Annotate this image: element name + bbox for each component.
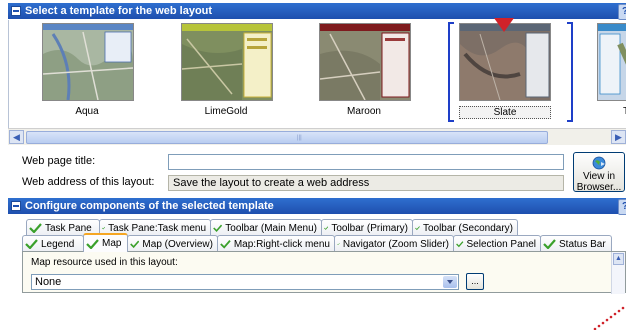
- template-limegold-label[interactable]: LimeGold: [181, 106, 271, 117]
- gallery-horizontal-scrollbar[interactable]: ◀ ||| ▶: [8, 128, 626, 145]
- grip-icon: |||: [297, 135, 302, 141]
- tu-preview-image: [598, 24, 626, 100]
- tab-label: Toolbar (Primary): [331, 222, 408, 234]
- scroll-up-icon[interactable]: ▲: [613, 253, 624, 265]
- template-maroon-thumbnail[interactable]: [319, 23, 411, 101]
- tab-legend[interactable]: Legend: [22, 235, 84, 252]
- template-maroon-label[interactable]: Maroon: [319, 106, 409, 117]
- map-resource-value: None: [35, 276, 62, 288]
- help-icon[interactable]: ?: [618, 199, 626, 215]
- collapse-icon[interactable]: [11, 6, 21, 16]
- template-gallery: Aqua LimeGold Maroon Slate: [8, 18, 626, 128]
- tab-map-right-click-menu[interactable]: Map:Right-click menu: [217, 235, 335, 252]
- tab-label: Toolbar (Main Menu): [225, 222, 317, 234]
- tab-label: Navigator (Zoom Slider): [342, 238, 449, 250]
- template-limegold-thumbnail[interactable]: [181, 23, 273, 101]
- tab-toolbar-primary[interactable]: Toolbar (Primary): [321, 219, 413, 236]
- template-tu[interactable]: Tu: [597, 20, 626, 128]
- check-icon: [86, 238, 99, 249]
- chevron-down-icon[interactable]: [443, 276, 457, 288]
- scrollbar-thumb[interactable]: |||: [26, 131, 548, 144]
- tab-label: Toolbar (Secondary): [422, 222, 513, 234]
- selection-bracket-right: [567, 22, 573, 122]
- template-tu-thumbnail[interactable]: [597, 23, 626, 101]
- map-resource-select[interactable]: None: [31, 274, 459, 290]
- tab-label: Status Bar: [559, 238, 606, 250]
- red-marker-icon: [494, 18, 514, 32]
- tab-label: Task Pane: [45, 222, 92, 234]
- components-section-header[interactable]: Configure components of the selected tem…: [8, 198, 626, 215]
- tab-selection-panel[interactable]: Selection Panel: [453, 235, 541, 252]
- web-title-field[interactable]: [168, 154, 564, 170]
- check-icon: [130, 240, 140, 249]
- check-icon: [220, 240, 231, 249]
- collapse-icon[interactable]: [11, 201, 21, 211]
- tab-navigator-zoom-slider[interactable]: Navigator (Zoom Slider): [334, 235, 454, 252]
- tab-label: Task Pane:Task menu: [108, 222, 206, 234]
- limegold-preview-image: [182, 24, 272, 100]
- component-tabs: Task Pane Task Pane:Task menu Toolbar (M…: [8, 215, 626, 330]
- tab-label: Selection Panel: [466, 238, 537, 250]
- check-icon: [25, 239, 38, 249]
- panel-vertical-scrollbar[interactable]: ▲: [611, 252, 625, 294]
- check-icon: [324, 226, 329, 230]
- check-icon: [415, 226, 420, 231]
- tab-toolbar-main-menu[interactable]: Toolbar (Main Menu): [210, 219, 322, 236]
- web-address-field: Save the layout to create a web address: [168, 175, 564, 191]
- web-address-label: Web address of this layout:: [22, 176, 155, 188]
- check-icon: [29, 223, 42, 233]
- scroll-right-icon[interactable]: ▶: [611, 130, 626, 144]
- tab-status-bar[interactable]: Status Bar: [540, 235, 612, 252]
- check-icon: [456, 241, 464, 248]
- tab-map-overview[interactable]: Map (Overview): [127, 235, 218, 252]
- maroon-preview-image: [320, 24, 410, 100]
- check-icon: [543, 239, 556, 249]
- check-icon: [337, 242, 340, 246]
- tab-toolbar-secondary[interactable]: Toolbar (Secondary): [412, 219, 518, 236]
- tab-map[interactable]: Map: [83, 233, 128, 252]
- templates-section-header[interactable]: Select a template for the web layout ?: [8, 3, 626, 20]
- globe-icon: [592, 156, 606, 170]
- template-aqua-label[interactable]: Aqua: [42, 106, 132, 117]
- check-icon: [102, 226, 106, 230]
- aqua-preview-image: [43, 24, 133, 100]
- template-aqua-thumbnail[interactable]: [42, 23, 134, 101]
- templates-section-title: Select a template for the web layout: [25, 5, 213, 17]
- view-in-browser-button[interactable]: View in Browser...: [573, 152, 625, 193]
- template-slate-label[interactable]: Slate: [459, 106, 551, 119]
- map-resource-label: Map resource used in this layout:: [31, 257, 178, 268]
- view-in-browser-line2: Browser...: [576, 182, 622, 193]
- check-icon: [213, 224, 223, 233]
- selection-bracket-left: [448, 22, 454, 122]
- red-dotted-arrow-icon: [593, 306, 625, 330]
- tab-label: Legend: [41, 238, 75, 250]
- tab-label: Map:Right-click menu: [233, 238, 330, 250]
- map-tab-panel: Map resource used in this layout: None .…: [22, 251, 626, 330]
- components-section-title: Configure components of the selected tem…: [25, 200, 274, 212]
- help-icon[interactable]: ?: [618, 4, 626, 20]
- scroll-left-icon[interactable]: ◀: [9, 130, 24, 144]
- view-in-browser-line1: View in: [582, 171, 616, 182]
- tab-label: Map (Overview): [142, 238, 213, 250]
- web-title-label: Web page title:: [22, 155, 96, 167]
- browse-button[interactable]: ...: [466, 273, 484, 290]
- tab-label: Map: [102, 238, 122, 249]
